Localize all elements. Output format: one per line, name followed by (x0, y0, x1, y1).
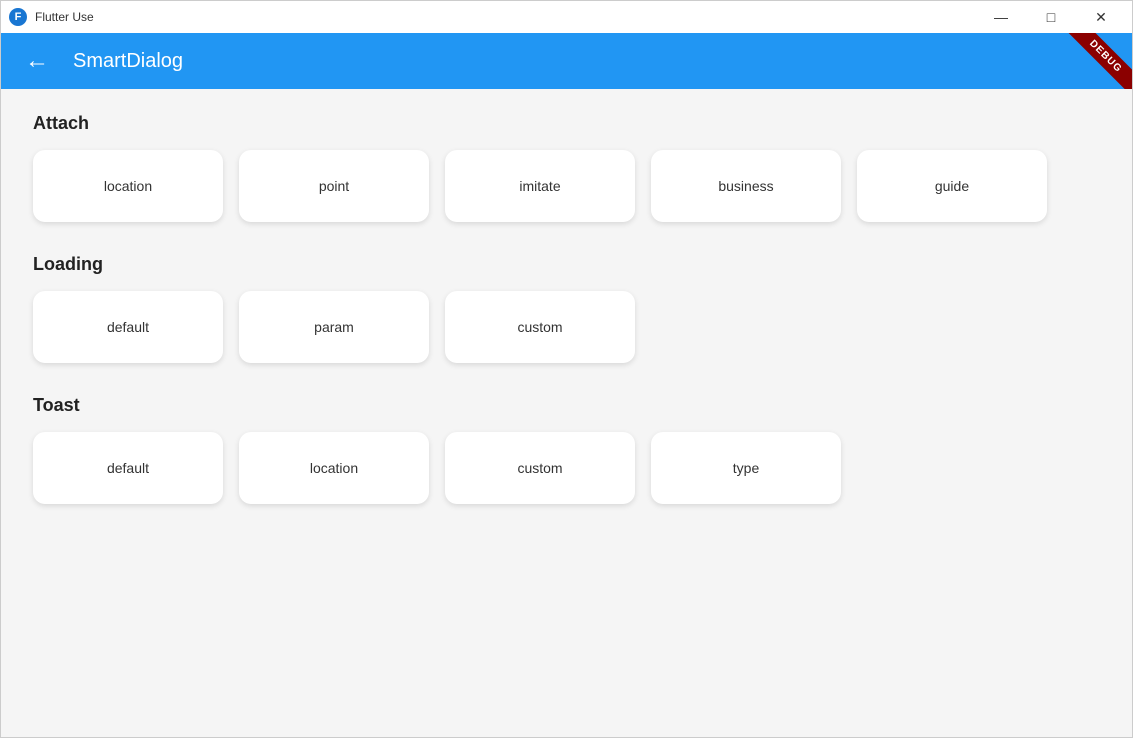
attach-guide-button[interactable]: guide (857, 150, 1047, 222)
loading-default-button[interactable]: default (33, 291, 223, 363)
attach-imitate-button[interactable]: imitate (445, 150, 635, 222)
app-icon (9, 8, 27, 26)
page-title: SmartDialog (73, 50, 183, 73)
attach-section: Attach location point imitate business g… (33, 113, 1100, 222)
content-area: Attach location point imitate business g… (1, 89, 1132, 737)
back-button[interactable]: ← (17, 41, 57, 81)
title-bar-left: Flutter Use (9, 8, 94, 26)
loading-section-title: Loading (33, 254, 1100, 275)
attach-section-title: Attach (33, 113, 1100, 134)
app-window: Flutter Use — □ ✕ ← SmartDialog DEBUG At… (0, 0, 1133, 738)
debug-badge: DEBUG (1067, 33, 1132, 89)
attach-point-button[interactable]: point (239, 150, 429, 222)
attach-button-grid: location point imitate business guide (33, 150, 1100, 222)
toast-section: Toast default location custom type (33, 395, 1100, 504)
loading-section: Loading default param custom (33, 254, 1100, 363)
toast-section-title: Toast (33, 395, 1100, 416)
maximize-button[interactable]: □ (1028, 1, 1074, 33)
toast-type-button[interactable]: type (651, 432, 841, 504)
toast-button-grid: default location custom type (33, 432, 1100, 504)
title-bar-controls: — □ ✕ (978, 1, 1124, 33)
loading-custom-button[interactable]: custom (445, 291, 635, 363)
minimize-button[interactable]: — (978, 1, 1024, 33)
attach-location-button[interactable]: location (33, 150, 223, 222)
app-header: ← SmartDialog DEBUG (1, 33, 1132, 89)
attach-business-button[interactable]: business (651, 150, 841, 222)
toast-custom-button[interactable]: custom (445, 432, 635, 504)
toast-default-button[interactable]: default (33, 432, 223, 504)
debug-corner: DEBUG (1052, 33, 1132, 89)
title-bar: Flutter Use — □ ✕ (1, 1, 1132, 33)
window-title: Flutter Use (35, 10, 94, 24)
loading-button-grid: default param custom (33, 291, 1100, 363)
close-button[interactable]: ✕ (1078, 1, 1124, 33)
toast-location-button[interactable]: location (239, 432, 429, 504)
loading-param-button[interactable]: param (239, 291, 429, 363)
